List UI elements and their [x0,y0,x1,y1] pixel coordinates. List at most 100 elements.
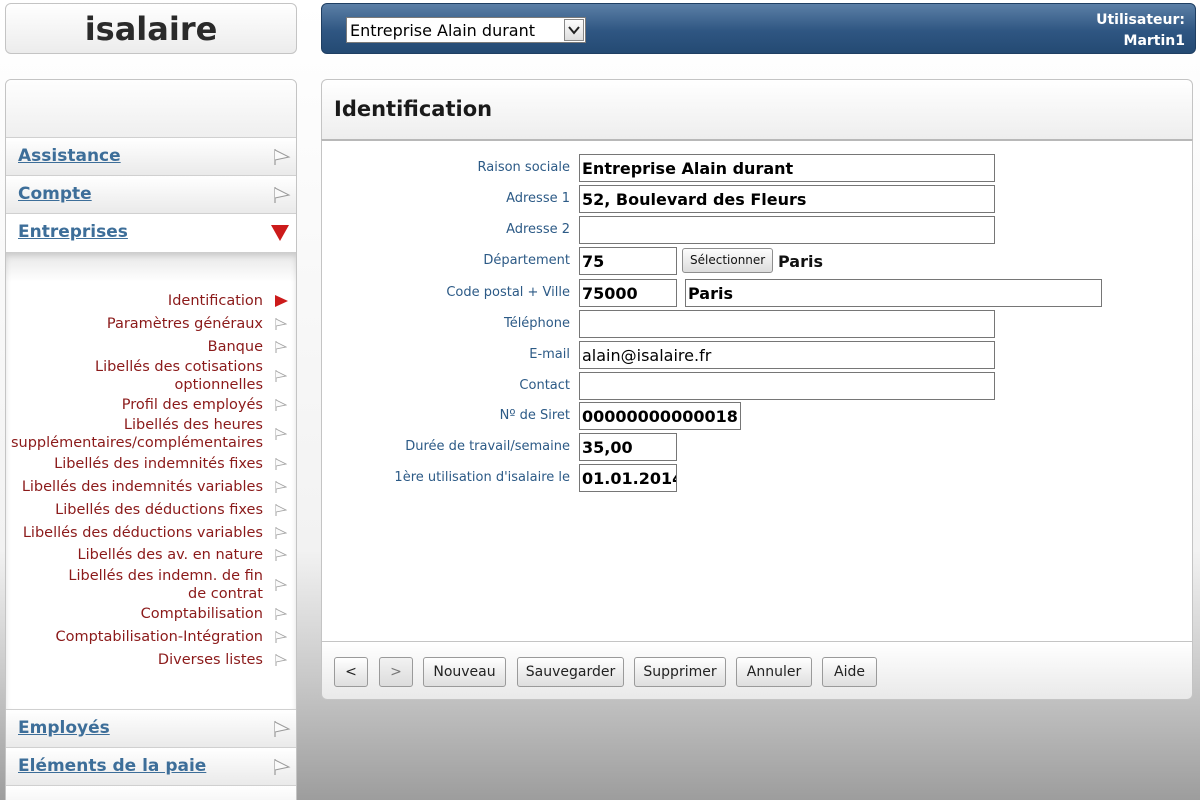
sidebar-item-elements-paie[interactable]: Eléments de la paie [6,748,296,786]
siret-input[interactable]: 00000000000018 [579,402,741,430]
flag-icon [275,481,287,493]
row-duree: Durée de travail/semaine 35,00 [322,433,1192,461]
form-toolbar: < > Nouveau Sauvegarder Supprimer Annule… [321,642,1193,700]
submenu-item[interactable]: Libellés des indemnités fixes [6,455,296,473]
submenu-item[interactable]: Comptabilisation-Intégration [6,628,296,646]
row-contact: Contact [322,372,1192,400]
flag-icon [275,579,287,591]
submenu-item[interactable]: Libellés des déductions variables [6,524,296,542]
flag-icon [275,458,287,470]
supprimer-button[interactable]: Supprimer [634,657,726,687]
triangle-right-icon [275,295,288,307]
sidebar-item-label[interactable]: Assistance [18,146,121,166]
label-duree: Durée de travail/semaine [405,439,570,454]
flag-icon [275,654,287,666]
user-name: Martin1 [1123,33,1185,49]
main-header: Identification [321,79,1193,139]
sidebar-item-next[interactable] [6,786,296,800]
submenu-item[interactable]: Diverses listes [6,651,296,669]
sidebar-item-label[interactable]: Compte [18,184,92,204]
submenu-item-label: Profil des employés [121,397,263,413]
telephone-input[interactable] [579,310,995,338]
submenu-item-label: Libellés des indemnités fixes [54,456,263,472]
submenu-item-label: Diverses listes [157,652,263,668]
submenu-item-label: Identification [167,293,263,309]
adresse1-input[interactable]: 52, Boulevard des Fleurs [579,185,995,213]
submenu-item-label: Comptabilisation [140,606,263,622]
duree-input[interactable]: 35,00 [579,433,677,461]
submenu-item-label: Paramètres généraux [106,316,263,332]
submenu-item[interactable]: Libellés des indemn. de fin de contrat [6,567,296,603]
flag-icon [275,399,287,411]
code-postal-input[interactable]: 75000 [579,279,677,307]
sauvegarder-button[interactable]: Sauvegarder [517,657,624,687]
annuler-button[interactable]: Annuler [736,657,812,687]
flag-icon [274,759,291,775]
flag-icon [274,721,291,737]
label-raison-sociale: Raison sociale [477,160,571,175]
previous-button[interactable]: < [334,657,368,687]
submenu-item[interactable]: Libellés des av. en nature [6,546,296,564]
adresse2-input[interactable] [579,216,995,244]
flag-icon [275,504,287,516]
ville-input[interactable]: Paris [685,279,1102,307]
submenu-item[interactable]: Paramètres généraux [6,315,296,333]
submenu-item-label: Libellés des déductions variables [22,525,263,541]
row-adresse1: Adresse 1 52, Boulevard des Fleurs [322,185,1192,213]
sidebar-item-label[interactable]: Eléments de la paie [18,756,206,776]
row-telephone: Téléphone [322,310,1192,338]
email-input[interactable]: alain@isalaire.fr [579,341,995,369]
flag-icon [275,549,287,561]
label-telephone: Téléphone [503,316,570,331]
flag-icon [274,149,291,165]
label-adresse2: Adresse 2 [506,222,570,237]
row-departement: Département 75 Sélectionner Paris [322,247,1192,275]
sidebar-item-assistance[interactable]: Assistance [6,138,296,176]
raison-sociale-input[interactable]: Entreprise Alain durant [579,154,995,182]
departement-input[interactable]: 75 [579,247,677,275]
next-button[interactable]: > [379,657,413,687]
company-select[interactable]: Entreprise Alain durant [346,17,586,43]
triangle-down-icon [271,225,289,241]
row-siret: Nº de Siret 00000000000018 [322,402,1192,430]
sidebar-item-compte[interactable]: Compte [6,176,296,214]
premiere-utilisation-input[interactable]: 01.01.2014 [579,464,677,492]
contact-input[interactable] [579,372,995,400]
flag-icon [275,370,287,382]
select-departement-button[interactable]: Sélectionner [682,248,774,273]
label-code-postal: Code postal + Ville [446,285,570,300]
label-siret: Nº de Siret [499,408,570,423]
submenu-item[interactable]: Libellés des déductions fixes [6,501,296,519]
flag-icon [275,318,287,330]
sidebar-item-entreprises[interactable]: Entreprises [6,214,296,252]
label-contact: Contact [519,378,570,393]
submenu-item-label: Comptabilisation-Intégration [55,629,263,645]
label-departement: Département [483,253,570,268]
submenu-item[interactable]: Libellés des cotisations optionnelles [6,358,296,394]
flag-icon [275,608,287,620]
submenu-entreprises: Identification Paramètres généraux Banque L… [6,252,296,710]
nouveau-button[interactable]: Nouveau [423,657,506,687]
flag-icon [274,187,291,203]
submenu-item[interactable]: Comptabilisation [6,605,296,623]
submenu-item[interactable]: Identification [6,292,296,310]
sidebar-header [6,80,296,138]
sidebar-item-employes[interactable]: Employés [6,710,296,748]
submenu-item[interactable]: Banque [6,338,296,356]
submenu-item[interactable]: Libellés des heures supplémentaires/comp… [6,416,296,452]
sidebar-item-label[interactable]: Employés [18,718,110,738]
submenu-item-label: Libellés des indemn. de fin de contrat [68,568,263,602]
flag-icon [275,631,287,643]
logo-box[interactable]: isalaire [5,3,297,54]
submenu-item[interactable]: Libellés des indemnités variables [6,478,296,496]
sidebar-item-label[interactable]: Entreprises [18,222,128,242]
user-label: Utilisateur: [1096,12,1185,28]
row-email: E-mail alain@isalaire.fr [322,341,1192,369]
submenu-item[interactable]: Profil des employés [6,396,296,414]
submenu-item-label: Libellés des déductions fixes [55,502,263,518]
row-code-postal: Code postal + Ville 75000 Paris [322,279,1192,307]
identification-form: Raison sociale Entreprise Alain durant A… [321,139,1193,642]
company-select-value: Entreprise Alain durant [350,20,535,40]
aide-button[interactable]: Aide [822,657,877,687]
chevron-down-icon[interactable] [564,19,584,41]
